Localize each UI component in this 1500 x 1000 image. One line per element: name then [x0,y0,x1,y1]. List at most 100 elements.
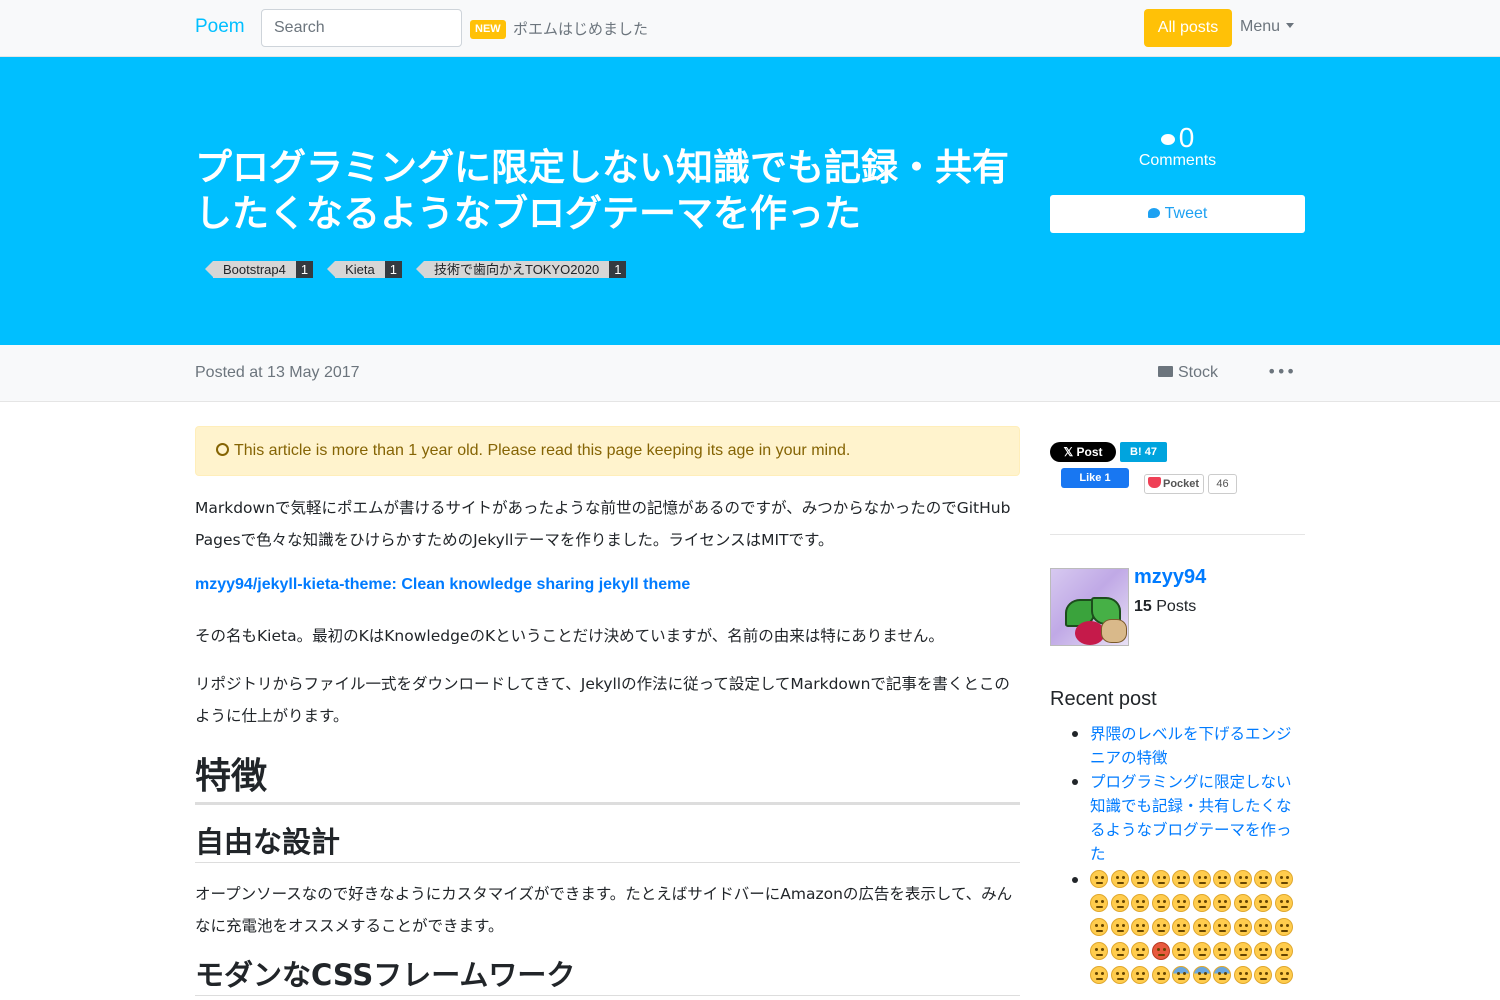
brand-link[interactable]: Poem [195,16,245,38]
tag-name: Kieta [335,261,385,278]
emoji-icon [1090,966,1108,984]
post-count-label: Posts [1151,598,1197,615]
x-post-button[interactable]: 𝕏 Post [1050,442,1116,462]
tag-bootstrap4[interactable]: Bootstrap4 1 [205,261,314,278]
menu-label: Menu [1240,18,1281,35]
author-name[interactable]: mzyy94 [1134,566,1206,589]
tag-kieta[interactable]: Kieta 1 [327,261,402,278]
emoji-icon [1274,870,1293,888]
emoji-icon [1274,894,1293,912]
comments-counter[interactable]: 0 Comments [1050,122,1305,170]
emoji-icon [1110,966,1129,984]
divider [1050,534,1305,535]
emoji-icon [1110,894,1129,912]
article-title: プログラミングに限定しない知識でも記録・共有したくなるようなブログテーマを作った [195,146,1009,235]
paragraph: オープンソースなので好きなようにカスタマイズができます。たとえばサイドバーにAm… [195,885,1013,935]
emoji-icon [1090,918,1108,936]
facebook-like-button[interactable]: Like 1 [1061,468,1129,488]
paragraph: リポジトリからファイル一式をダウンロードしてきて、Jekyllの作法に従って設定… [195,675,1010,725]
age-warning-alert: This article is more than 1 year old. Pl… [195,426,1020,476]
comment-icon [1160,134,1175,145]
recent-post-list: 界隈のレベルを下げるエンジニアの特徴 プログラミングに限定しない知識でも記録・共… [1072,722,1305,866]
emoji-icon [1233,870,1252,888]
recent-post-link[interactable]: プログラミングに限定しない知識でも記録・共有したくなるようなブログテーマを作った [1072,770,1305,866]
paragraph: Markdownで気軽にポエムが書けるサイトがあったような前世の記憶があるのです… [195,499,1011,549]
emoji-icon [1192,966,1211,984]
all-posts-button[interactable]: All posts [1144,9,1232,47]
emoji-icon [1110,942,1129,960]
emoji-icon [1090,894,1108,912]
chevron-down-icon [1286,23,1295,28]
stock-button[interactable]: Stock [1158,364,1218,382]
subsection-heading: 自由な設計 [195,822,1020,863]
emoji-icon [1233,918,1252,936]
stock-label: Stock [1178,364,1219,381]
tag-tokyo2020[interactable]: 技術で歯向かえTOKYO2020 1 [415,261,627,278]
more-options-icon[interactable]: ••• [1267,362,1295,381]
emoji-icon [1172,942,1190,960]
tag-icon [205,261,213,277]
paragraph: その名もKieta。最初のKはKnowledgeのKということだけ決めていますが… [195,627,944,645]
emoji-icon [1213,966,1231,984]
pocket-icon [1148,477,1161,488]
pocket-label: Pocket [1163,478,1200,490]
emoji-icon [1131,966,1149,984]
search-input[interactable] [261,9,462,47]
emoji-icon [1254,894,1272,912]
emoji-icon [1233,894,1252,912]
subsection-heading: モダンなCSSフレームワーク [195,955,1020,996]
emoji-icon [1090,870,1108,888]
tag-count: 1 [295,261,314,278]
emoji-icon [1110,918,1129,936]
emoji-icon [1274,966,1293,984]
menu-dropdown[interactable]: Menu [1240,18,1295,36]
emoji-icon [1192,942,1211,960]
emoji-icon [1172,966,1190,984]
emoji-icon [1192,870,1211,888]
tag-list: Bootstrap4 1 Kieta 1 技術で歯向かえTOKYO2020 1 [205,261,627,278]
navbar-note: ポエムはじめました [513,20,649,38]
emoji-icon [1151,966,1170,984]
post-count-number: 15 [1134,598,1152,615]
emoji-icon [1151,942,1170,960]
avatar[interactable] [1050,568,1129,646]
pocket-button[interactable]: Pocket [1144,474,1204,494]
emoji-icon [1151,894,1170,912]
navbar: Poem NEW ポエムはじめました All posts Menu [0,0,1500,57]
section-heading: 特徴 [195,752,1020,805]
folder-icon [1158,366,1173,377]
pocket-count: 46 [1208,474,1237,494]
emoji-icon [1213,894,1231,912]
repo-link[interactable]: mzyy94/jekyll-kieta-theme: Clean knowled… [195,576,690,594]
tweet-button[interactable]: Tweet [1050,195,1305,233]
emoji-icon [1274,918,1293,936]
hatena-bookmark-button[interactable]: B! 47 [1120,442,1167,462]
emoji-icon [1151,870,1170,888]
emoji-icon [1274,942,1293,960]
emoji-icon [1233,966,1252,984]
emoji-icon [1110,870,1129,888]
comments-count: 0 [1178,122,1195,153]
clock-icon [216,443,229,456]
tag-name: Bootstrap4 [213,261,296,278]
emoji-icon [1172,870,1190,888]
comments-label: Comments [1138,152,1217,169]
emoji-icon [1131,918,1149,936]
meta-bar: Posted at 13 May 2017 Stock ••• [0,345,1500,402]
emoji-grid [1090,868,1305,988]
tag-count: 1 [384,261,402,278]
emoji-icon [1233,942,1252,960]
emoji-icon [1213,918,1231,936]
article-header: プログラミングに限定しない知識でも記録・共有したくなるようなブログテーマを作った… [0,57,1500,345]
tag-name: 技術で歯向かえTOKYO2020 [423,261,610,278]
tweet-label: Tweet [1164,205,1208,222]
emoji-icon [1254,966,1272,984]
tag-count: 1 [609,261,627,278]
emoji-post-link[interactable] [1072,868,1305,988]
emoji-icon [1172,894,1190,912]
recent-post-link[interactable]: 界隈のレベルを下げるエンジニアの特徴 [1072,722,1305,770]
emoji-icon [1151,918,1170,936]
posted-date: Posted at 13 May 2017 [195,364,360,381]
new-badge: NEW [470,20,506,39]
emoji-icon [1131,894,1149,912]
